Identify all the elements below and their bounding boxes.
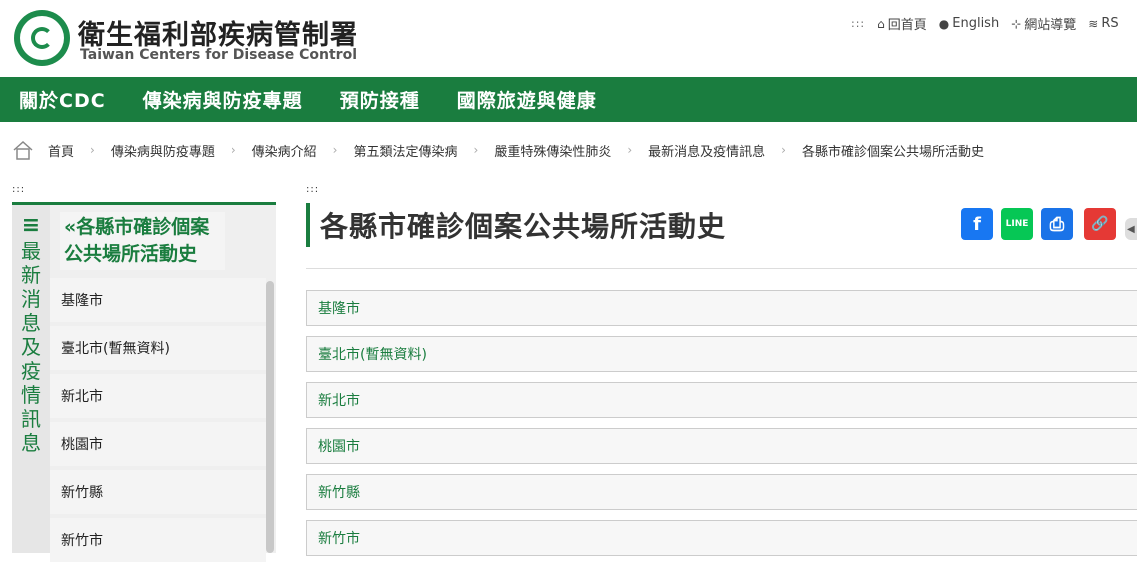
sidebar-list: 基隆市 臺北市(暫無資料) 新北市 桃園市 新竹縣 新竹市: [50, 278, 266, 566]
accordion-item-taipei[interactable]: 臺北市(暫無資料): [306, 336, 1137, 372]
site-subtitle: Taiwan Centers for Disease Control: [80, 47, 358, 63]
globe-icon: ●: [938, 16, 950, 31]
top-links: ::: ⌂ 回首頁 ● English ⊹ 網站導覽 ≋ RS: [851, 14, 1131, 33]
divider: [306, 268, 1137, 269]
breadcrumb-item[interactable]: 第五類法定傳染病: [353, 141, 457, 160]
page-title-block: 各縣市確診個案公共場所活動史: [306, 203, 726, 247]
sidebar: ≡ 最新消息及疫情訊息 «各縣市確診個案公共場所活動史 基隆市 臺北市(暫無資料…: [12, 202, 276, 562]
chevron-right-icon: ›: [332, 143, 338, 157]
facebook-share-button[interactable]: f: [961, 208, 993, 240]
rss-icon: ≋: [1088, 16, 1099, 31]
sitemap-link[interactable]: ⊹ 網站導覽: [1011, 14, 1076, 34]
sidebar-vertical-title: ≡ 最新消息及疫情訊息: [12, 205, 50, 553]
cdc-logo[interactable]: [14, 10, 70, 66]
print-icon: ⎙: [1049, 213, 1065, 235]
sitemap-icon: ⊹: [1011, 16, 1022, 31]
accesskey-marker[interactable]: :::: [851, 17, 865, 30]
sidebar-item-hsinchu-county[interactable]: 新竹縣: [50, 470, 266, 514]
site-header: 衛生福利部疾病管制署 Taiwan Centers for Disease Co…: [0, 0, 1137, 77]
sidebar-accesskey-marker[interactable]: :::: [12, 184, 25, 195]
sidebar-item-keelung[interactable]: 基隆市: [50, 278, 266, 322]
line-share-button[interactable]: LINE: [1001, 208, 1033, 240]
home-link[interactable]: ⌂ 回首頁: [877, 14, 927, 34]
sidebar-scrollbar[interactable]: [266, 281, 274, 553]
main-nav: 關於CDC 傳染病與防疫專題 預防接種 國際旅遊與健康: [0, 77, 1137, 122]
chevron-right-icon: ›: [473, 143, 479, 157]
accordion-item-hsinchu-city[interactable]: 新竹市: [306, 520, 1137, 556]
accordion-item-keelung[interactable]: 基隆市: [306, 290, 1137, 326]
nav-item-travel[interactable]: 國際旅遊與健康: [457, 86, 597, 113]
accordion-item-taoyuan[interactable]: 桃園市: [306, 428, 1137, 464]
breadcrumb-current[interactable]: 各縣市確診個案公共場所活動史: [802, 141, 984, 160]
sidebar-item-hsinchu-city[interactable]: 新竹市: [50, 518, 266, 562]
chevron-right-icon: ›: [781, 143, 786, 157]
english-link[interactable]: ● English: [939, 16, 999, 31]
sidebar-section-title: 最新消息及疫情訊息: [21, 239, 41, 455]
home-icon: [12, 140, 34, 160]
breadcrumb: 首頁 › 傳染病與防疫專題 › 傳染病介紹 › 第五類法定傳染病 › 嚴重特殊傳染性肺炎…: [12, 140, 1000, 160]
nav-item-about[interactable]: 關於CDC: [19, 86, 106, 113]
menu-icon[interactable]: ≡: [22, 215, 40, 237]
page-title: 各縣市確診個案公共場所活動史: [320, 210, 727, 243]
breadcrumb-item[interactable]: 最新消息及疫情訊息: [648, 141, 765, 160]
breadcrumb-item[interactable]: 嚴重特殊傳染性肺炎: [494, 141, 611, 160]
print-button[interactable]: ⎙: [1041, 208, 1073, 240]
copy-link-button[interactable]: 🔗: [1084, 208, 1116, 240]
line-icon: LINE: [1005, 219, 1029, 229]
chevron-right-icon: ›: [90, 143, 95, 157]
rss-link[interactable]: ≋ RS: [1088, 16, 1118, 31]
nav-item-diseases[interactable]: 傳染病與防疫專題: [143, 86, 303, 113]
facebook-icon: f: [973, 213, 981, 235]
accordion-item-hsinchu-county[interactable]: 新竹縣: [306, 474, 1137, 510]
content-accesskey-marker[interactable]: :::: [306, 184, 319, 195]
chevron-left-icon[interactable]: ◀: [1125, 218, 1137, 240]
breadcrumb-item[interactable]: 傳染病介紹: [252, 141, 317, 160]
nav-item-vaccination[interactable]: 預防接種: [340, 86, 420, 113]
accordion-item-new-taipei[interactable]: 新北市: [306, 382, 1137, 418]
chevron-right-icon: ›: [627, 143, 633, 157]
sidebar-item-taipei[interactable]: 臺北市(暫無資料): [50, 326, 266, 370]
chevron-right-icon: ›: [230, 143, 236, 157]
home-icon: ⌂: [877, 16, 885, 31]
link-icon: 🔗: [1091, 216, 1109, 232]
breadcrumb-item[interactable]: 傳染病與防疫專題: [111, 141, 215, 160]
sidebar-item-taoyuan[interactable]: 桃園市: [50, 422, 266, 466]
sidebar-item-new-taipei[interactable]: 新北市: [50, 374, 266, 418]
sidebar-heading[interactable]: «各縣市確診個案公共場所活動史: [60, 212, 225, 270]
breadcrumb-item[interactable]: 首頁: [48, 141, 74, 160]
